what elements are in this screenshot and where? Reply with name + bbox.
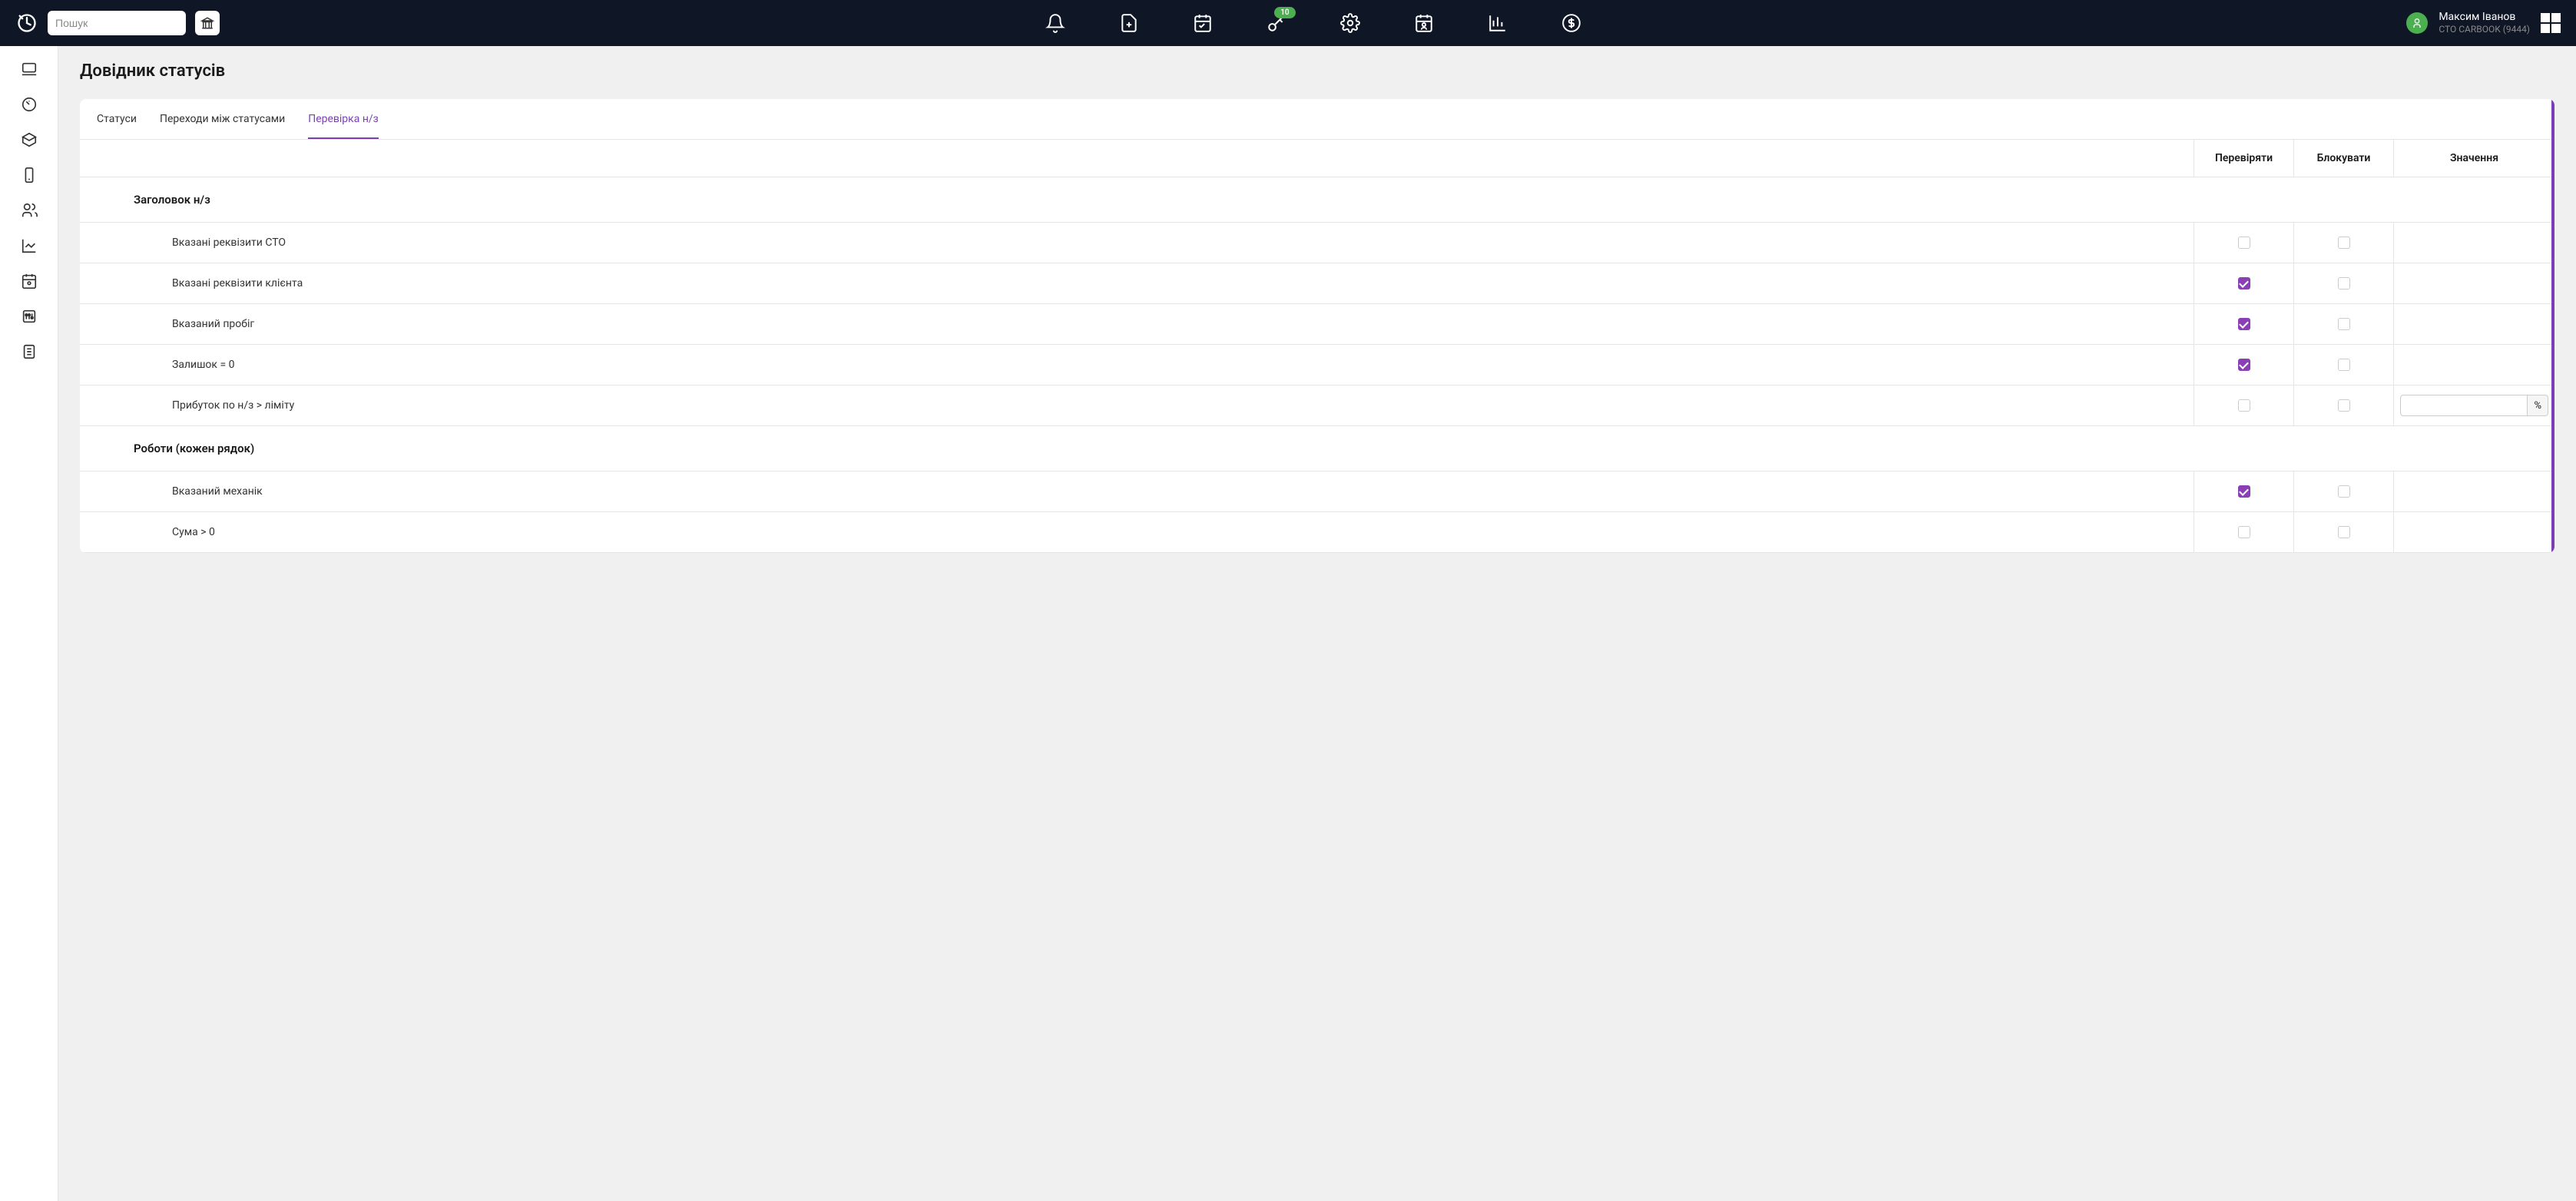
value-input[interactable] (2400, 395, 2528, 416)
sidebar-item-laptop[interactable] (20, 60, 38, 78)
header-icons: 10 (229, 13, 2397, 33)
row-label: Вказані реквізити клієнта (80, 263, 2194, 303)
row-label: Прибуток по н/з > ліміту (80, 385, 2194, 425)
content-card: Статуси Переходи між статусами Перевірка н… (80, 99, 2554, 553)
checkbox-block[interactable] (2338, 237, 2350, 249)
chart-icon[interactable] (1488, 13, 1508, 33)
checkbox-block[interactable] (2338, 318, 2350, 330)
section-header: Заголовок н/з (80, 177, 2554, 223)
search-box[interactable] (48, 11, 186, 35)
tabs: Статуси Переходи між статусами Перевірка н… (80, 99, 2554, 140)
checkbox-check[interactable] (2238, 399, 2250, 412)
table-row: Залишок = 0 (80, 345, 2554, 385)
sidebar-item-device[interactable] (20, 166, 38, 184)
sidebar-item-analytics[interactable] (20, 237, 38, 255)
checkbox-block[interactable] (2338, 485, 2350, 498)
sidebar-item-planning[interactable] (20, 272, 38, 290)
column-header-block: Блокувати (2293, 140, 2393, 177)
table-row: Вказані реквізити СТО (80, 223, 2554, 263)
user-area[interactable]: Максим Іванов СТО CARBOOK (9444) (2406, 11, 2561, 35)
user-info: Максим Іванов СТО CARBOOK (9444) (2439, 11, 2530, 35)
checkbox-block[interactable] (2338, 277, 2350, 289)
bell-icon[interactable] (1045, 13, 1065, 33)
column-header-value: Значення (2393, 140, 2554, 177)
checkbox-block[interactable] (2338, 399, 2350, 412)
user-name: Максим Іванов (2439, 11, 2530, 24)
tab-2[interactable]: Перевірка н/з (308, 113, 379, 139)
gear-icon[interactable] (1340, 13, 1360, 33)
bank-button[interactable] (195, 11, 220, 35)
row-label: Сума > 0 (80, 512, 2194, 552)
top-header: 10 (0, 0, 2576, 46)
key-badge: 10 (1274, 7, 1295, 18)
table-area: Перевіряти Блокувати Значення Заголовок … (80, 140, 2554, 553)
row-label: Залишок = 0 (80, 345, 2194, 385)
table-row: Прибуток по н/з > ліміту% (80, 385, 2554, 426)
table-row: Сума > 0 (80, 512, 2554, 553)
checkbox-block[interactable] (2338, 526, 2350, 538)
key-icon[interactable]: 10 (1266, 13, 1286, 33)
table-header: Перевіряти Блокувати Значення (80, 140, 2554, 177)
row-label: Вказаний пробіг (80, 304, 2194, 344)
checkbox-check[interactable] (2238, 526, 2250, 538)
app-logo[interactable] (15, 12, 38, 35)
new-document-icon[interactable] (1119, 13, 1139, 33)
sidebar-item-dashboard[interactable] (20, 95, 38, 114)
checkbox-check[interactable] (2238, 318, 2250, 330)
checklist-calendar-icon[interactable] (1193, 13, 1213, 33)
table-row: Вказані реквізити клієнта (80, 263, 2554, 304)
sidebar (0, 46, 58, 1201)
column-header-check: Перевіряти (2194, 140, 2293, 177)
value-suffix: % (2528, 395, 2548, 416)
sidebar-item-box[interactable] (20, 131, 38, 149)
checkbox-block[interactable] (2338, 359, 2350, 371)
table-row: Вказаний механік (80, 471, 2554, 512)
user-org: СТО CARBOOK (9444) (2439, 24, 2530, 35)
sidebar-item-controls[interactable] (20, 307, 38, 326)
section-header: Роботи (кожен рядок) (80, 426, 2554, 471)
dollar-icon[interactable] (1561, 13, 1581, 33)
checkbox-check[interactable] (2238, 485, 2250, 498)
sidebar-item-list[interactable] (20, 342, 38, 361)
search-input[interactable] (55, 17, 194, 29)
row-label: Вказані реквізити СТО (80, 223, 2194, 263)
person-calendar-icon[interactable] (1414, 13, 1434, 33)
tab-0[interactable]: Статуси (97, 113, 137, 139)
checkbox-check[interactable] (2238, 237, 2250, 249)
avatar (2406, 12, 2428, 34)
tab-1[interactable]: Переходи між статусами (160, 113, 285, 139)
apps-grid-icon[interactable] (2541, 13, 2561, 33)
row-label: Вказаний механік (80, 471, 2194, 511)
checkbox-check[interactable] (2238, 359, 2250, 371)
sidebar-item-people[interactable] (20, 201, 38, 220)
table-row: Вказаний пробіг (80, 304, 2554, 345)
checkbox-check[interactable] (2238, 277, 2250, 289)
page-title: Довідник статусів (80, 61, 2554, 81)
main-area: Довідник статусів Статуси Переходи між ст… (58, 46, 2576, 1201)
